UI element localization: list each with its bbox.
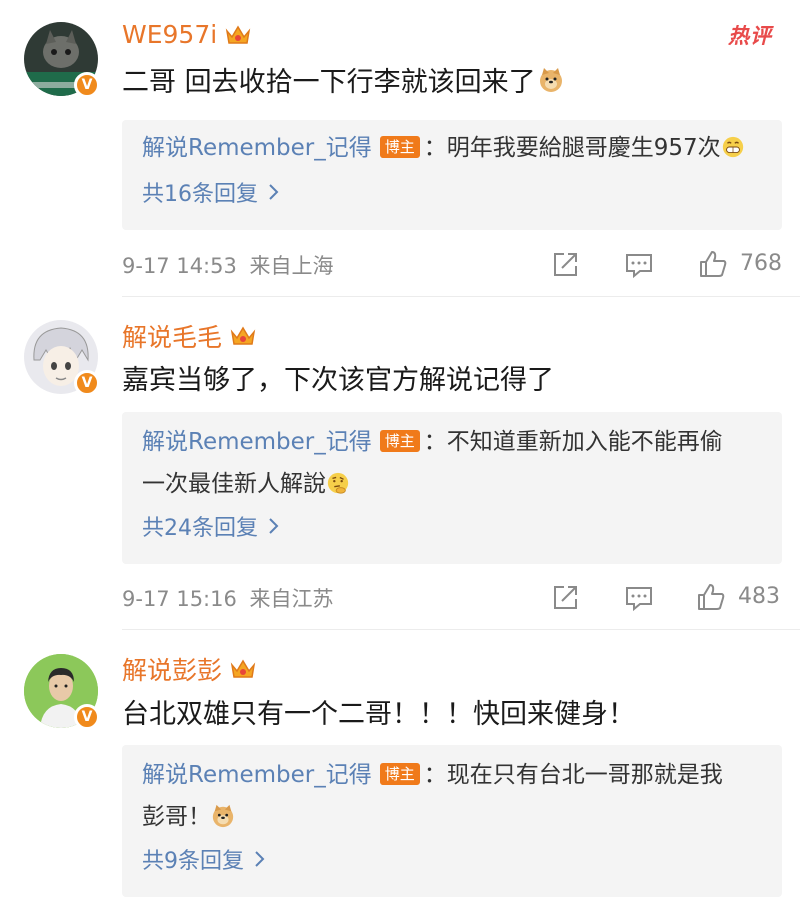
comment-time: 9-17 14:53: [122, 254, 237, 278]
reply-preview[interactable]: 解说Remember_记得 博主 ：明年我要給腿哥慶生957次 共16条回复: [122, 120, 782, 230]
view-replies-link[interactable]: 共24条回复: [142, 510, 280, 542]
reply-preview[interactable]: 解说Remember_记得 博主 ：现在只有台北一哥那就是我 彭哥！ 共9条回复: [122, 745, 782, 897]
username-row: 解说彭彭: [122, 651, 256, 687]
reply-line-2: 彭哥！: [142, 797, 762, 837]
reply-count: 共16条回复: [142, 182, 258, 207]
reply-author[interactable]: 解说Remember_记得: [142, 135, 372, 161]
reply-icon[interactable]: [624, 250, 654, 280]
crown-icon: [225, 25, 251, 44]
chevron-right-icon: [269, 518, 279, 534]
avatar[interactable]: V: [24, 654, 100, 730]
grin-emoji-icon: [722, 136, 743, 158]
like-count: 768: [740, 251, 782, 276]
like-icon[interactable]: [698, 249, 728, 279]
author-badge: 博主: [379, 430, 420, 452]
username[interactable]: 解说毛毛: [122, 318, 222, 354]
username-row: 解说毛毛: [122, 318, 256, 354]
avatar[interactable]: V: [24, 22, 100, 98]
comment-meta: 9-17 15:16 来自江苏: [122, 583, 334, 613]
verified-icon: V: [74, 370, 100, 396]
reply-count: 共9条回复: [142, 849, 244, 874]
reply-preview[interactable]: 解说Remember_记得 博主 ：不知道重新加入能不能再偷 一次最佳新人解說 共2…: [122, 412, 782, 564]
comment-text-row: 二哥 回去收拾一下行李就该回来了: [122, 60, 564, 99]
reply-text: ：明年我要給腿哥慶生957次: [423, 135, 721, 161]
comment-time: 9-17 15:16: [122, 587, 237, 611]
comment-location: 来自上海: [249, 254, 334, 278]
comment-text-row: 台北双雄只有一个二哥！！！快回来健身！: [122, 692, 635, 731]
crown-icon: [230, 659, 256, 678]
thinking-emoji-icon: [327, 472, 349, 494]
divider: [122, 629, 800, 630]
reply-icon[interactable]: [624, 583, 654, 613]
reply-line-2: 一次最佳新人解說: [142, 464, 762, 504]
comment-location: 来自江苏: [249, 587, 334, 611]
author-badge: 博主: [379, 136, 420, 158]
like-icon[interactable]: [696, 582, 726, 612]
share-icon[interactable]: [550, 583, 580, 613]
crown-icon: [230, 326, 256, 345]
verified-icon: V: [74, 72, 100, 98]
username[interactable]: WE957i: [122, 20, 217, 49]
comment-text: 嘉宾当够了，下次该官方解说记得了: [122, 365, 554, 396]
doge-emoji-icon: [212, 804, 234, 828]
reply-line: 解说Remember_记得 博主 ：不知道重新加入能不能再偷: [142, 422, 762, 462]
reply-line: 解说Remember_记得 博主 ：明年我要給腿哥慶生957次: [142, 128, 762, 168]
comment-text: 台北双雄只有一个二哥！！！快回来健身！: [122, 699, 635, 730]
avatar[interactable]: V: [24, 320, 100, 396]
reply-text: ：不知道重新加入能不能再偷: [423, 429, 723, 455]
comment-text-row: 嘉宾当够了，下次该官方解说记得了: [122, 358, 554, 397]
reply-text: ：现在只有台北一哥那就是我: [423, 762, 723, 788]
view-replies-link[interactable]: 共16条回复: [142, 176, 280, 208]
like-count: 483: [738, 584, 780, 609]
reply-text-continued: 一次最佳新人解說: [142, 471, 326, 497]
reply-author[interactable]: 解说Remember_记得: [142, 762, 372, 788]
reply-count: 共24条回复: [142, 516, 258, 541]
doge-emoji-icon: [539, 67, 562, 92]
reply-text-continued: 彭哥！: [142, 804, 211, 830]
chevron-right-icon: [255, 851, 265, 867]
username-row: WE957i: [122, 20, 251, 49]
hot-comment-badge: 热评: [728, 24, 772, 48]
reply-line: 解说Remember_记得 博主 ：现在只有台北一哥那就是我: [142, 755, 762, 795]
username[interactable]: 解说彭彭: [122, 651, 222, 687]
chevron-right-icon: [269, 184, 279, 200]
reply-author[interactable]: 解说Remember_记得: [142, 429, 372, 455]
comment-text: 二哥 回去收拾一下行李就该回来了: [122, 67, 536, 98]
comment-meta: 9-17 14:53 来自上海: [122, 250, 334, 280]
view-replies-link[interactable]: 共9条回复: [142, 843, 266, 875]
verified-icon: V: [74, 704, 100, 730]
author-badge: 博主: [379, 763, 420, 785]
share-icon[interactable]: [550, 250, 580, 280]
divider: [122, 296, 800, 297]
